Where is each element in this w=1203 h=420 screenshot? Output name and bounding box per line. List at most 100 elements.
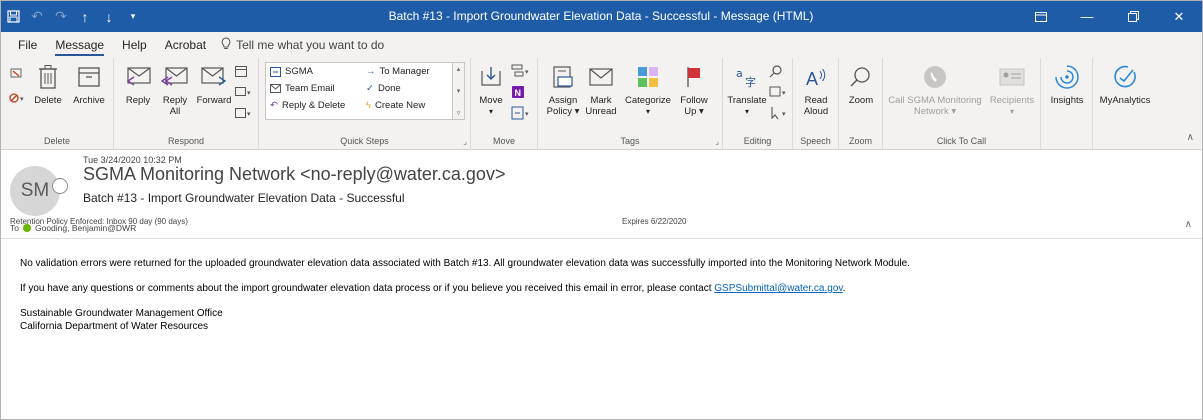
speech-group-label: Speech bbox=[800, 136, 831, 146]
restore-icon[interactable] bbox=[1110, 1, 1156, 32]
recipients-icon bbox=[997, 62, 1027, 92]
tab-file[interactable]: File bbox=[9, 32, 46, 58]
read-aloud-button[interactable]: A Read Aloud bbox=[796, 62, 836, 117]
delete-label: Delete bbox=[34, 95, 62, 106]
minimize-icon[interactable]: — bbox=[1064, 1, 1110, 32]
move-label: Move bbox=[479, 95, 503, 106]
svg-text:字: 字 bbox=[745, 75, 756, 89]
quick-step-create-new[interactable]: ϟ Create New bbox=[366, 100, 425, 111]
find-icon[interactable] bbox=[769, 64, 783, 78]
myanalytics-button[interactable]: MyAnalytics bbox=[1095, 62, 1155, 106]
reply-all-label-1: Reply bbox=[162, 95, 188, 106]
call-button[interactable]: Call SGMA Monitoring Network ▾ bbox=[885, 62, 985, 117]
svg-text:▾: ▾ bbox=[247, 90, 251, 97]
svg-text:▾: ▾ bbox=[525, 111, 529, 118]
categorize-button[interactable]: Categorize ▾ bbox=[620, 62, 676, 117]
actions-icon[interactable]: ▾ bbox=[511, 106, 531, 120]
delete-button[interactable]: Delete bbox=[28, 62, 68, 106]
quick-access-toolbar: ↶ ↷ ↑ ↓ ▾ bbox=[1, 1, 145, 32]
tell-me-box[interactable]: Tell me what you want to do bbox=[215, 37, 384, 53]
ignore-button[interactable] bbox=[9, 66, 23, 80]
quick-step-to-manager[interactable]: → To Manager bbox=[366, 66, 430, 77]
speech-group: A Read Aloud Speech bbox=[793, 58, 839, 150]
tags-group: Assign Policy ▾ Mark Unread Categorize ▾ bbox=[538, 58, 723, 150]
reply-button[interactable]: Reply bbox=[120, 62, 156, 106]
rules-icon[interactable]: ▾ bbox=[511, 64, 531, 78]
ribbon-display-options-icon[interactable] bbox=[1018, 1, 1064, 32]
tags-group-label: Tags bbox=[620, 136, 640, 146]
quick-steps-launcher-icon[interactable]: ⌟ bbox=[463, 137, 467, 146]
title-bar: ↶ ↷ ↑ ↓ ▾ Batch #13 - Import Groundwater… bbox=[1, 1, 1202, 32]
tags-launcher-icon[interactable]: ⌟ bbox=[715, 137, 719, 146]
meeting-reply-icon[interactable] bbox=[234, 64, 248, 78]
click-to-call-group: Call SGMA Monitoring Network ▾ Recipient… bbox=[883, 58, 1041, 150]
quick-steps-scroll[interactable]: ▴ ▾ ▿ bbox=[452, 63, 464, 119]
expires-date: Expires 6/22/2020 bbox=[622, 217, 687, 226]
close-icon[interactable]: ✕ bbox=[1156, 1, 1202, 32]
collapse-header-icon[interactable]: ∧ bbox=[1185, 219, 1192, 230]
editing-group-label: Editing bbox=[743, 136, 772, 146]
folder-move-icon bbox=[270, 67, 281, 77]
archive-button[interactable]: Archive bbox=[68, 62, 110, 106]
avatar[interactable]: SM bbox=[10, 166, 60, 216]
svg-text:A: A bbox=[806, 69, 818, 89]
contact-email-link[interactable]: GSPSubmittal@water.ca.gov bbox=[714, 283, 842, 294]
window-title: Batch #13 - Import Groundwater Elevation… bbox=[388, 9, 814, 23]
click-to-call-label: Click To Call bbox=[936, 136, 987, 146]
related-icon[interactable]: ▾ bbox=[769, 85, 789, 99]
previous-item-icon[interactable]: ↑ bbox=[73, 1, 97, 32]
lightning-icon: ϟ bbox=[366, 100, 372, 111]
read-aloud-icon: A bbox=[801, 62, 831, 92]
archive-icon bbox=[74, 62, 104, 92]
respond-group: Reply Reply All Forward ▾ ▾ Respond bbox=[114, 58, 259, 150]
undo-icon[interactable]: ↶ bbox=[25, 1, 49, 32]
move-group: Move ▾ ▾ N ▾ Move bbox=[471, 58, 538, 150]
assign-policy-button[interactable]: Assign Policy ▾ bbox=[544, 62, 582, 117]
policy-icon bbox=[548, 62, 578, 92]
translate-button[interactable]: a字 Translate ▾ bbox=[725, 62, 769, 117]
im-reply-icon[interactable]: ▾ bbox=[234, 85, 252, 99]
svg-text:▾: ▾ bbox=[782, 90, 786, 97]
next-item-icon[interactable]: ↓ bbox=[97, 1, 121, 32]
lightbulb-icon bbox=[221, 37, 231, 53]
onenote-icon[interactable]: N bbox=[511, 85, 525, 99]
tab-message[interactable]: Message bbox=[46, 32, 113, 58]
quick-step-done[interactable]: ✓ Done bbox=[366, 83, 401, 94]
respond-group-label: Respond bbox=[167, 136, 205, 146]
translate-icon: a字 bbox=[732, 62, 762, 92]
collapse-ribbon-icon[interactable]: ∧ bbox=[1187, 132, 1194, 143]
junk-button[interactable]: ▾ bbox=[9, 91, 25, 105]
quick-step-team-email[interactable]: Team Email bbox=[270, 83, 335, 94]
myanalytics-icon bbox=[1110, 62, 1140, 92]
reply-all-button[interactable]: Reply All bbox=[156, 62, 194, 117]
zoom-button[interactable]: Zoom bbox=[842, 62, 880, 106]
more-respond-icon[interactable]: ▾ bbox=[234, 106, 252, 120]
retention-policy: Retention Policy Enforced: Inbox 90 day … bbox=[10, 217, 188, 226]
quick-steps-label: Quick Steps bbox=[340, 136, 389, 146]
insights-icon bbox=[1052, 62, 1082, 92]
customize-toolbar-icon[interactable]: ▾ bbox=[121, 1, 145, 32]
ribbon: ▾ Delete Archive Delete Reply Reply All … bbox=[1, 58, 1202, 150]
editing-group: a字 Translate ▾ ▾ ▾ Editing bbox=[723, 58, 793, 150]
magnifier-icon bbox=[846, 62, 876, 92]
signature: Sustainable Groundwater Management Offic… bbox=[20, 307, 1190, 333]
sender[interactable]: SGMA Monitoring Network <no-reply@water.… bbox=[83, 164, 505, 185]
redo-icon[interactable]: ↷ bbox=[49, 1, 73, 32]
insights-button[interactable]: Insights bbox=[1045, 62, 1089, 106]
follow-up-button[interactable]: Follow Up ▾ bbox=[676, 62, 712, 117]
mark-unread-button[interactable]: Mark Unread bbox=[582, 62, 620, 117]
signature-line-1: Sustainable Groundwater Management Offic… bbox=[20, 308, 223, 319]
forward-button[interactable]: Forward bbox=[194, 62, 234, 106]
quick-step-reply-delete[interactable]: ↶ Reply & Delete bbox=[270, 100, 345, 111]
move-button[interactable]: Move ▾ bbox=[475, 62, 507, 117]
body-paragraph-2: If you have any questions or comments ab… bbox=[20, 283, 846, 294]
save-icon[interactable] bbox=[1, 1, 25, 32]
tab-acrobat[interactable]: Acrobat bbox=[156, 32, 215, 58]
recipients-button[interactable]: Recipients ▾ bbox=[985, 62, 1039, 117]
select-icon[interactable]: ▾ bbox=[769, 106, 789, 120]
tab-help[interactable]: Help bbox=[113, 32, 156, 58]
delete-group-label: Delete bbox=[43, 136, 70, 146]
svg-text:a: a bbox=[736, 67, 743, 80]
quick-step-sgma[interactable]: SGMA bbox=[270, 66, 313, 77]
categorize-icon bbox=[633, 62, 663, 92]
